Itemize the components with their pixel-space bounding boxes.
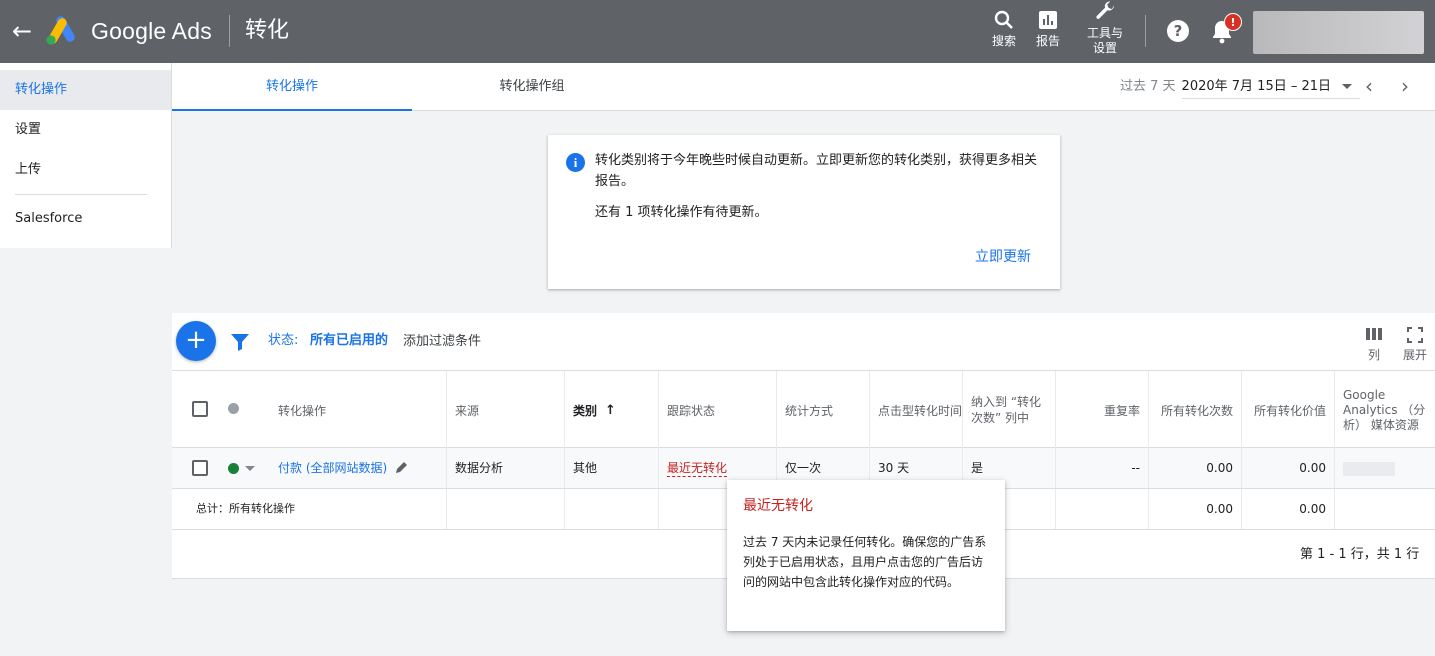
table-header: 转化操作 来源 类别 ↑ 跟踪状态 统计方式 点击型转化时间 纳入到 “转化次数… bbox=[172, 370, 1435, 449]
notice-card: i 转化类别将于今年晚些时候自动更新。立即更新您的转化类别，获得更多相关报告。 … bbox=[548, 135, 1060, 289]
toolbar-divider bbox=[1145, 15, 1146, 47]
date-range-label: 过去 7 天 bbox=[1120, 79, 1176, 94]
help-icon[interactable]: ? bbox=[1167, 20, 1189, 42]
tools-label-line1: 工具与 bbox=[1086, 26, 1123, 40]
conversion-name-link[interactable]: 付款 (全部网站数据) bbox=[278, 461, 387, 475]
col-header-counting[interactable]: 统计方式 bbox=[776, 371, 869, 449]
add-filter-button[interactable]: 添加过滤条件 bbox=[403, 333, 481, 351]
select-all-checkbox[interactable] bbox=[192, 401, 208, 417]
category-cell: 其他 bbox=[564, 448, 658, 488]
reports-label: 报告 bbox=[1035, 34, 1060, 48]
update-now-button[interactable]: 立即更新 bbox=[975, 246, 1031, 268]
total-category-cell bbox=[564, 489, 658, 529]
top-app-bar: ← Google Ads 转化 搜索 报告 工具与 设置 ? ! bbox=[0, 0, 1435, 63]
page-title: 转化 bbox=[245, 18, 290, 43]
add-conversion-button[interactable]: + bbox=[176, 321, 216, 361]
sidebar-divider bbox=[15, 194, 147, 195]
sidebar-item-settings[interactable]: 设置 bbox=[0, 110, 171, 150]
expand-label: 展开 bbox=[1402, 348, 1427, 362]
row-checkbox[interactable] bbox=[192, 460, 208, 476]
sort-up-arrow-icon: ↑ bbox=[605, 402, 616, 418]
source-cell: 数据分析 bbox=[446, 448, 564, 488]
filter-icon[interactable] bbox=[230, 332, 250, 352]
search-icon bbox=[994, 10, 1013, 29]
total-source-cell bbox=[446, 489, 564, 529]
tracking-status-text[interactable]: 最近无转化 bbox=[667, 460, 728, 477]
chevron-right-icon[interactable]: › bbox=[1401, 75, 1409, 97]
col-header-tracking[interactable]: 跟踪状态 bbox=[658, 371, 776, 449]
col-header-all-conversion-value[interactable]: 所有转化价值 bbox=[1241, 371, 1334, 449]
redacted-property bbox=[1343, 461, 1395, 476]
notice-pending: 还有 1 项转化操作有待更新。 bbox=[595, 205, 768, 220]
status-enabled-dot[interactable] bbox=[228, 463, 239, 474]
tab-conversion-action-sets[interactable]: 转化操作组 bbox=[412, 63, 652, 111]
search-label: 搜索 bbox=[991, 34, 1016, 48]
total-analytics-cell bbox=[1334, 489, 1435, 529]
status-header-dot bbox=[228, 403, 239, 414]
col-header-source[interactable]: 来源 bbox=[446, 371, 564, 449]
col-header-category[interactable]: 类别 ↑ bbox=[564, 371, 658, 449]
col-header-analytics-property[interactable]: Google Analytics （分析） 媒体资源 bbox=[1334, 371, 1435, 449]
repeat-rate-cell: -- bbox=[1055, 448, 1148, 488]
notification-badge: ! bbox=[1224, 13, 1242, 31]
reports-button[interactable]: 报告 bbox=[1032, 8, 1064, 49]
header-divider bbox=[229, 15, 230, 47]
conversion-name-cell: 付款 (全部网站数据) bbox=[270, 448, 446, 488]
wrench-icon bbox=[1096, 1, 1115, 19]
info-icon: i bbox=[566, 153, 585, 172]
status-dropdown-icon[interactable] bbox=[245, 466, 255, 471]
tooltip-body: 过去 7 天内未记录任何转化。确保您的广告系列处于已启用状态，且用户点击您的广告… bbox=[743, 535, 987, 589]
edit-pencil-icon[interactable] bbox=[395, 460, 409, 474]
google-ads-logo bbox=[46, 16, 75, 45]
all-conversions-cell: 0.00 bbox=[1148, 448, 1241, 488]
col-header-repeat-rate[interactable]: 重复率 bbox=[1055, 371, 1148, 449]
filter-status-label: 状态: bbox=[268, 333, 299, 348]
tooltip-title: 最近无转化 bbox=[743, 498, 813, 514]
columns-button[interactable]: 列 bbox=[1361, 323, 1387, 363]
tab-conversion-actions[interactable]: 转化操作 bbox=[172, 63, 412, 111]
col-header-include[interactable]: 纳入到 “转化次数” 列中 bbox=[962, 371, 1055, 449]
fullscreen-icon bbox=[1407, 327, 1423, 343]
all-conversion-value-cell: 0.00 bbox=[1241, 448, 1334, 488]
sidebar: 转化操作 设置 上传 Salesforce bbox=[0, 63, 172, 248]
total-repeat-rate-cell bbox=[1055, 489, 1148, 529]
analytics-property-cell bbox=[1334, 448, 1435, 488]
columns-icon bbox=[1366, 328, 1382, 340]
date-range-picker[interactable]: 过去 7 天 2020年 7月 15日 – 21日 bbox=[1120, 76, 1360, 99]
back-arrow-icon[interactable]: ← bbox=[12, 18, 32, 44]
col-header-name[interactable]: 转化操作 bbox=[270, 371, 446, 449]
expand-button[interactable]: 展开 bbox=[1400, 323, 1430, 363]
sidebar-item-uploads[interactable]: 上传 bbox=[0, 150, 171, 190]
date-range-value: 2020年 7月 15日 – 21日 bbox=[1181, 76, 1360, 99]
account-switcher[interactable] bbox=[1253, 11, 1424, 54]
status-tooltip: 最近无转化 过去 7 天内未记录任何转化。确保您的广告系列处于已启用状态，且用户… bbox=[727, 480, 1005, 631]
filter-status-value[interactable]: 所有已启用的 bbox=[310, 332, 388, 350]
pagination-info: 第 1 - 1 行，共 1 行 bbox=[1300, 547, 1420, 562]
total-label: 总计：所有转化操作 bbox=[196, 502, 295, 515]
sidebar-item-conversion-actions[interactable]: 转化操作 bbox=[0, 70, 171, 110]
search-button[interactable]: 搜索 bbox=[988, 8, 1020, 49]
chevron-left-icon[interactable]: ‹ bbox=[1365, 75, 1373, 97]
brand-name: Google Ads bbox=[91, 18, 212, 44]
col-header-click-window[interactable]: 点击型转化时间 bbox=[869, 371, 962, 449]
columns-label: 列 bbox=[1367, 348, 1380, 362]
chevron-down-icon[interactable] bbox=[1342, 84, 1352, 89]
total-all-conversions-cell: 0.00 bbox=[1148, 489, 1241, 529]
reports-icon bbox=[1039, 11, 1057, 29]
notice-message: 转化类别将于今年晚些时候自动更新。立即更新您的转化类别，获得更多相关报告。 bbox=[595, 153, 1038, 189]
col-header-category-label: 类别 bbox=[573, 403, 598, 418]
sidebar-item-salesforce[interactable]: Salesforce bbox=[0, 199, 171, 239]
tools-settings-button[interactable]: 工具与 设置 bbox=[1083, 0, 1127, 56]
col-header-all-conversions[interactable]: 所有转化次数 bbox=[1148, 371, 1241, 449]
tools-label-line2: 设置 bbox=[1092, 41, 1117, 55]
total-all-conversion-value-cell: 0.00 bbox=[1241, 489, 1334, 529]
